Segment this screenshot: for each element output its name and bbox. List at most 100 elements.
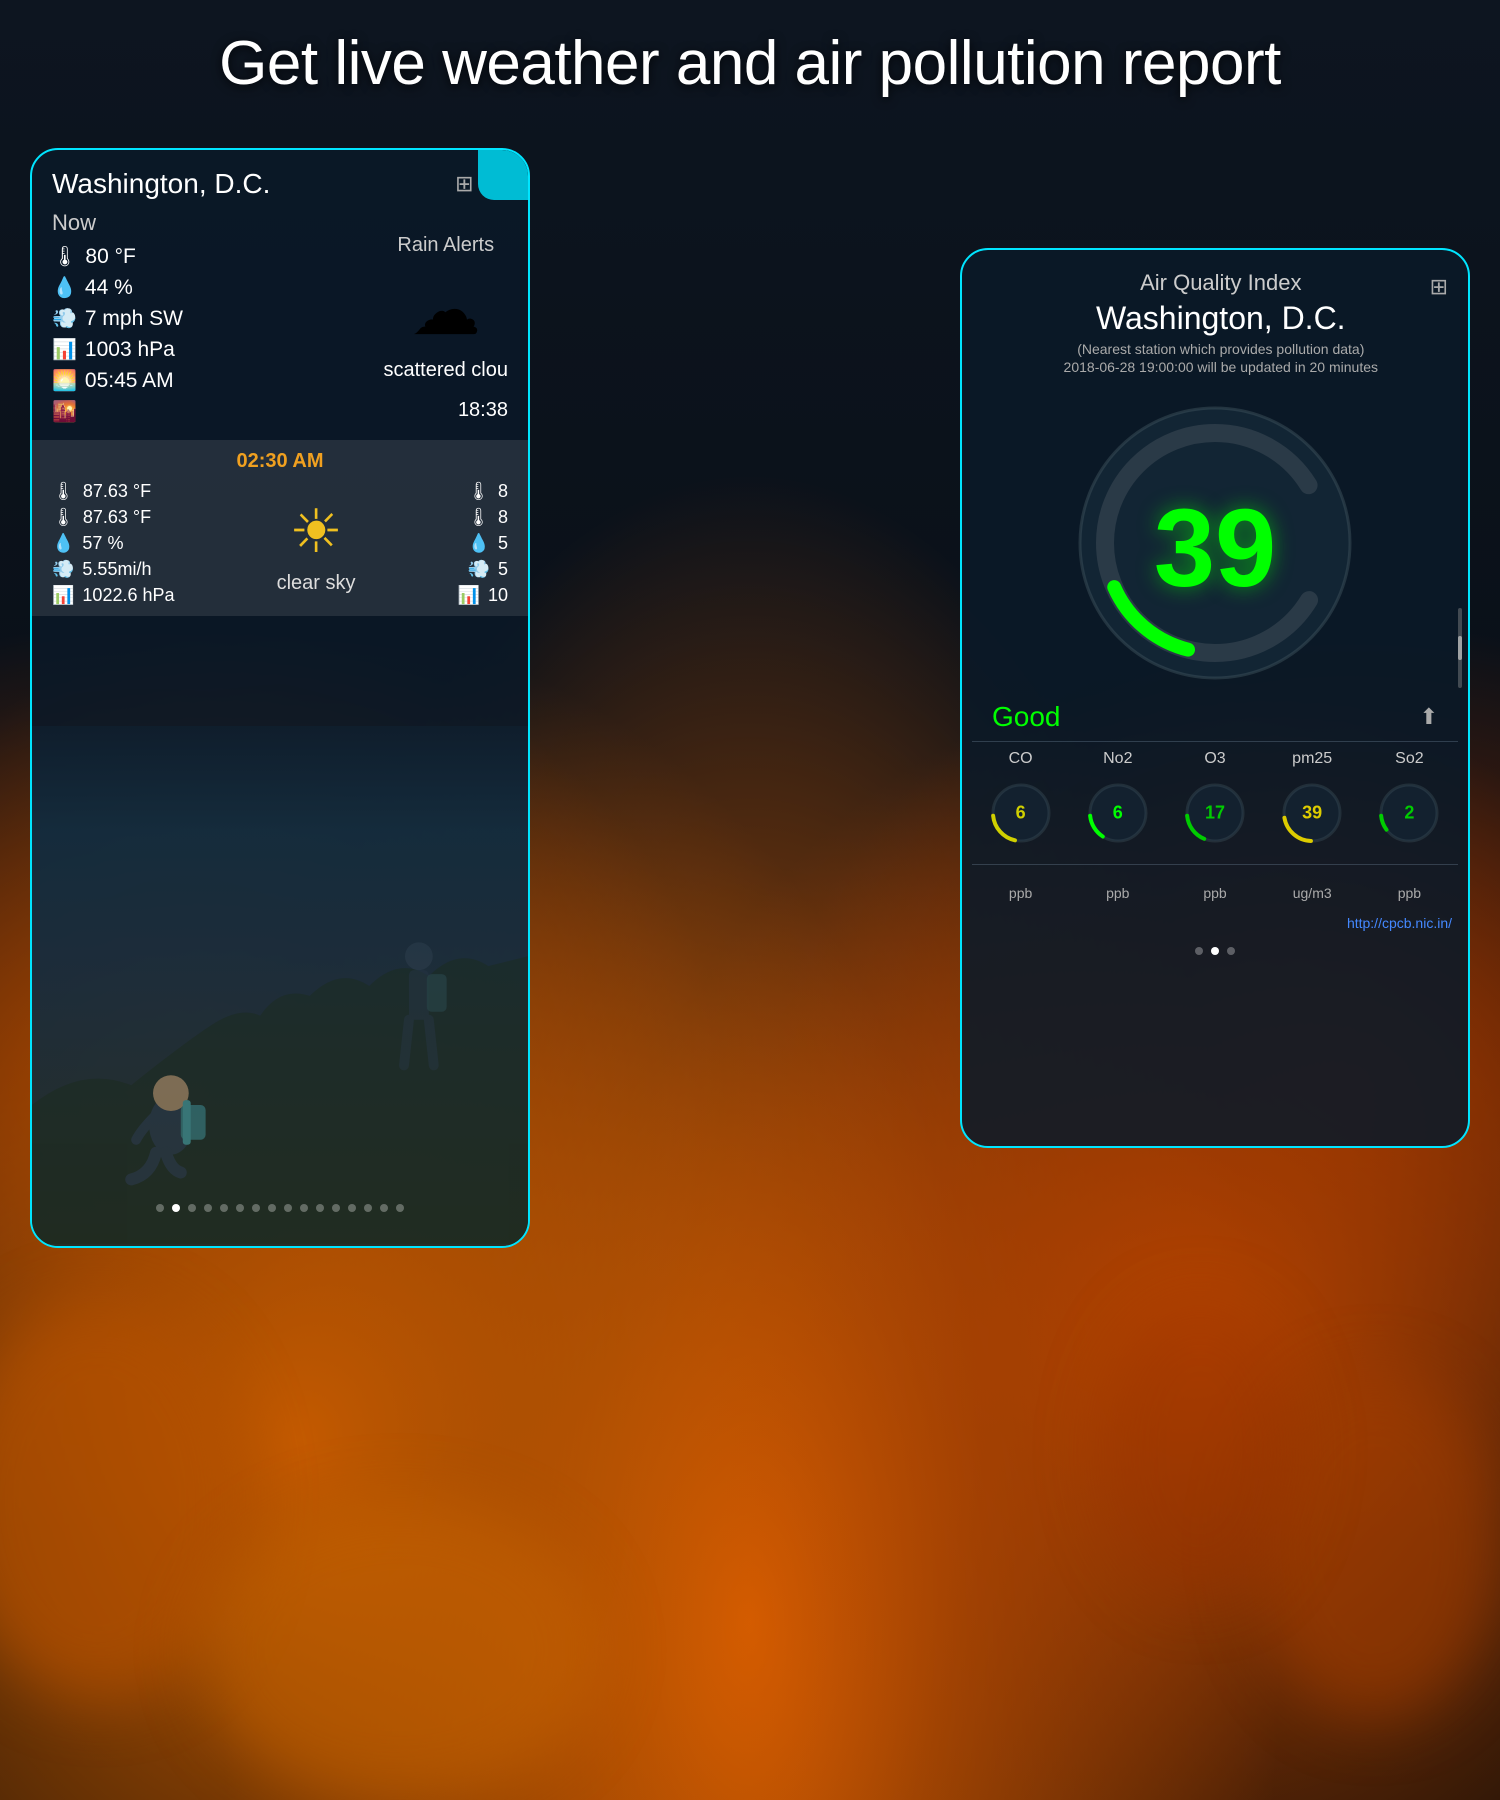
forecast-pressure-icon: 📊	[52, 585, 74, 606]
now-label: Now	[52, 210, 183, 236]
forecast-wind: 💨 5.55mi/h	[52, 559, 175, 580]
dot-0[interactable]	[156, 1204, 164, 1212]
pollutant-so2-value: 2	[1404, 803, 1414, 824]
aqi-city: Washington, D.C.	[1012, 300, 1430, 337]
temperature-row: 🌡 80 °F	[52, 244, 183, 269]
dot-1[interactable]	[172, 1204, 180, 1212]
aqi-subtitle: (Nearest station which provides pollutio…	[1012, 341, 1430, 357]
pollutant-no2-gauge: 6	[1083, 778, 1153, 848]
weather-stats: 🌡 80 °F 💧 44 % 💨 7 mph SW 📊 1003 hPa 🌅	[52, 244, 183, 393]
pressure-row: 📊 1003 hPa	[52, 337, 183, 362]
weather-now-section: Now 🌡 80 °F 💧 44 % 💨 7 mph SW 📊 1003 hPa	[32, 210, 528, 393]
aqi-value: 39	[1154, 494, 1276, 604]
dot-12[interactable]	[348, 1204, 356, 1212]
pollutant-co-name: CO	[1009, 750, 1033, 768]
aqi-card: Air Quality Index Washington, D.C. (Near…	[960, 248, 1470, 1148]
unit-co: ppb	[972, 869, 1069, 909]
unit-no2-label: ppb	[1106, 885, 1129, 901]
pollutant-o3-value: 17	[1205, 803, 1225, 824]
aqi-dot-1[interactable]	[1211, 947, 1219, 955]
sunrise-value: 05:45 AM	[85, 369, 174, 393]
unit-pm25: ug/m3	[1264, 869, 1361, 909]
pollutant-no2-value: 6	[1113, 803, 1123, 824]
dot-9[interactable]	[300, 1204, 308, 1212]
forecast-temp-low2: 🌡 8	[467, 507, 508, 528]
unit-co-label: ppb	[1009, 885, 1032, 901]
wind-icon: 💨	[52, 306, 77, 331]
grid-icon[interactable]: ⊞	[455, 171, 473, 197]
aqi-dot-2[interactable]	[1227, 947, 1235, 955]
sunset-row: 🌇 18:38	[32, 393, 528, 430]
page-title: Get live weather and air pollution repor…	[0, 28, 1500, 99]
wind-value: 7 mph SW	[85, 307, 183, 331]
rain-alerts-label: Rain Alerts	[397, 234, 494, 257]
dot-11[interactable]	[332, 1204, 340, 1212]
pollutant-co-gauge: 6	[986, 778, 1056, 848]
forecast-humidity: 💧 57 %	[52, 533, 175, 554]
unit-o3-label: ppb	[1203, 885, 1226, 901]
forecast-content: 🌡 87.63 °F 🌡 87.63 °F 💧 57 % 💨 5.55mi/h …	[52, 481, 508, 606]
pollutant-no2-name: No2	[1103, 750, 1132, 768]
forecast-wind2: 💨 5	[468, 559, 508, 580]
unit-so2: ppb	[1361, 869, 1458, 909]
aqi-link[interactable]: http://cpcb.nic.in/	[962, 909, 1468, 937]
weather-pagination	[32, 1188, 528, 1228]
forecast-therm-hot-icon: 🌡	[52, 481, 75, 502]
dot-3[interactable]	[204, 1204, 212, 1212]
dot-14[interactable]	[380, 1204, 388, 1212]
sun-clear-icon: ☀	[289, 497, 343, 567]
unit-no2: ppb	[1069, 869, 1166, 909]
forecast-therm2-icon: 🌡	[467, 507, 490, 528]
forecast-pressure2: 📊 10	[458, 585, 508, 606]
dot-4[interactable]	[220, 1204, 228, 1212]
dot-10[interactable]	[316, 1204, 324, 1212]
clear-sky-label: clear sky	[277, 572, 356, 595]
thermometer-hot-icon: 🌡	[52, 244, 77, 269]
sunset-time: 18:38	[458, 399, 508, 424]
weather-teal-badge	[478, 150, 528, 200]
aqi-status-label: Good	[992, 701, 1061, 733]
forecast-temp-high: 🌡 87.63 °F	[52, 481, 175, 502]
forecast-therm-hot2-icon: 🌡	[467, 481, 490, 502]
forecast-pressure: 📊 1022.6 hPa	[52, 585, 175, 606]
pollutant-o3-gauge: 17	[1180, 778, 1250, 848]
weather-card-header: Washington, D.C. ⊞ ⬆	[32, 150, 528, 210]
unit-pm25-label: ug/m3	[1293, 885, 1332, 901]
gauge-container: 39	[962, 383, 1468, 693]
dot-8[interactable]	[284, 1204, 292, 1212]
aqi-grid-icon[interactable]: ⊞	[1430, 274, 1448, 300]
dot-15[interactable]	[396, 1204, 404, 1212]
weather-background-photo	[32, 726, 528, 1246]
pollutant-pm25-name: pm25	[1292, 750, 1332, 768]
forecast-wind-icon: 💨	[52, 559, 74, 580]
sunset-icon: 🌇	[52, 399, 77, 424]
forecast-drop-icon: 💧	[52, 533, 74, 554]
dot-6[interactable]	[252, 1204, 260, 1212]
weather-right-panel: Rain Alerts ☁ scattered clou	[383, 210, 508, 382]
humidity-value: 44 %	[85, 276, 133, 300]
dot-2[interactable]	[188, 1204, 196, 1212]
dot-7[interactable]	[268, 1204, 276, 1212]
aqi-dot-0[interactable]	[1195, 947, 1203, 955]
forecast-temp-high2: 🌡 8	[467, 481, 508, 502]
hiker-silhouettes	[32, 726, 528, 1246]
dot-13[interactable]	[364, 1204, 372, 1212]
aqi-title: Air Quality Index	[1012, 270, 1430, 296]
pressure-icon: 📊	[52, 337, 77, 362]
pollutant-so2-name: So2	[1395, 750, 1423, 768]
pollutants-units-grid: ppb ppb ppb ug/m3 ppb	[962, 865, 1468, 909]
forecast-right: 🌡 8 🌡 8 💧 5 💨 5 📊 10	[458, 481, 508, 606]
pollutant-co-value: 6	[1016, 803, 1026, 824]
wind-row: 💨 7 mph SW	[52, 306, 183, 331]
weather-condition: scattered clou	[383, 359, 508, 382]
pollutant-no2: No2 6	[1069, 742, 1166, 864]
forecast-temp-low: 🌡 87.63 °F	[52, 507, 175, 528]
aqi-share-icon[interactable]: ⬆	[1420, 704, 1438, 730]
dot-5[interactable]	[236, 1204, 244, 1212]
temperature-value: 80 °F	[85, 245, 135, 269]
pollutant-pm25-value: 39	[1302, 803, 1322, 824]
sunrise-row: 🌅 05:45 AM	[52, 368, 183, 393]
forecast-section: 02:30 AM 🌡 87.63 °F 🌡 87.63 °F 💧 57 % 💨 …	[32, 440, 528, 616]
pollutant-o3: O3 17	[1166, 742, 1263, 864]
pollutants-grid: CO 6 No2 6 O3	[962, 742, 1468, 864]
